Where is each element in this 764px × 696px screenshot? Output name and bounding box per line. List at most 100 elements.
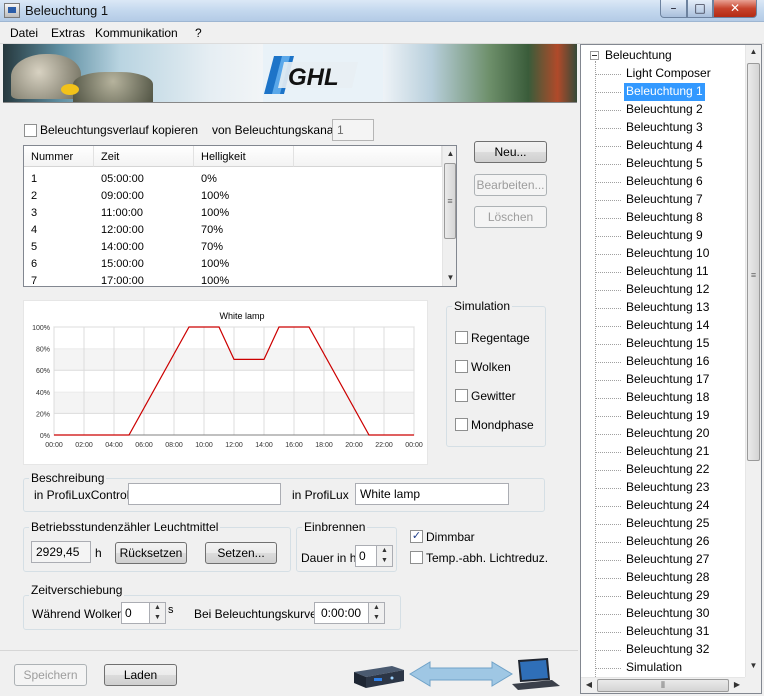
tree-item[interactable]: Beleuchtung 23 [624, 479, 711, 497]
profiluxcontrol-input[interactable] [128, 483, 281, 505]
tree-item[interactable]: Beleuchtung 26 [624, 533, 711, 551]
table-cell[interactable]: 05:00:00 [101, 173, 144, 189]
scroll-right-icon[interactable]: ▶ [731, 680, 743, 692]
save-button[interactable]: Speichern [14, 664, 87, 686]
simulation-checkbox[interactable] [455, 360, 468, 373]
table-cell[interactable]: 11:00:00 [101, 207, 143, 223]
tree-hscroll-thumb[interactable]: ⦀ [597, 679, 729, 692]
tree-item[interactable]: Beleuchtung 30 [624, 605, 711, 623]
scroll-left-icon[interactable]: ◀ [583, 680, 595, 692]
close-button[interactable]: ✕ [713, 0, 757, 18]
menu-extras[interactable]: Extras [51, 26, 85, 40]
dauer-input[interactable]: 0 [355, 545, 377, 567]
edit-button[interactable]: Bearbeiten... [474, 174, 547, 196]
tree-item[interactable]: Beleuchtung 12 [624, 281, 711, 299]
table-cell[interactable]: 6 [31, 258, 37, 274]
tree-item[interactable]: Beleuchtung 27 [624, 551, 711, 569]
scroll-down-icon[interactable]: ▼ [445, 271, 456, 285]
table-cell[interactable]: 14:00:00 [101, 241, 144, 257]
tree-item[interactable]: Beleuchtung 9 [624, 227, 705, 245]
table-cell[interactable]: 2 [31, 190, 37, 206]
tree-item[interactable]: Beleuchtung 32 [624, 641, 711, 659]
simulation-checkbox[interactable] [455, 389, 468, 402]
dauer-spinner[interactable]: ▲ ▼ [376, 545, 393, 567]
spin-up-icon[interactable]: ▲ [150, 603, 165, 613]
tree-item[interactable]: Simulation [624, 659, 684, 677]
wolken-spinner[interactable]: ▲ ▼ [149, 602, 166, 624]
tree-item[interactable]: Beleuchtung 20 [624, 425, 711, 443]
table-cell[interactable]: 7 [31, 275, 37, 286]
menu-kommunikation[interactable]: Kommunikation [95, 26, 178, 40]
tree-hscrollbar[interactable]: ◀ ⦀ ▶ [581, 677, 745, 693]
tree-item[interactable]: Beleuchtung 6 [624, 173, 705, 191]
spin-up-icon[interactable]: ▲ [377, 546, 392, 556]
spin-down-icon[interactable]: ▼ [369, 613, 384, 623]
tree-item[interactable]: Beleuchtung 24 [624, 497, 711, 515]
tree-item[interactable]: Beleuchtung 11 [624, 263, 711, 281]
table-cell[interactable]: 15:00:00 [101, 258, 144, 274]
load-button[interactable]: Laden [104, 664, 177, 686]
table-cell[interactable]: 0% [201, 173, 217, 189]
dimmbar-checkbox[interactable]: ✓ [410, 530, 423, 543]
tree-root-beleuchtung[interactable]: Beleuchtung [603, 47, 674, 65]
maximize-button[interactable]: □ [687, 0, 713, 18]
tree-item[interactable]: Beleuchtung 1 [624, 83, 705, 101]
wolken-input[interactable]: 0 [121, 602, 150, 624]
spin-up-icon[interactable]: ▲ [369, 603, 384, 613]
tree-scroll-thumb[interactable]: ≡ [747, 63, 760, 461]
scroll-down-icon[interactable]: ▼ [748, 661, 759, 675]
tree-scrollbar[interactable]: ▲ ≡ ▼ [745, 45, 761, 677]
tree-item[interactable]: Beleuchtung 25 [624, 515, 711, 533]
column-helligkeit[interactable]: Helligkeit [194, 146, 294, 167]
scroll-thumb[interactable]: ≡ [444, 163, 456, 239]
table-cell[interactable]: 09:00:00 [101, 190, 144, 206]
tree-item[interactable]: Light Composer [624, 65, 713, 83]
tree-item[interactable]: Beleuchtung 22 [624, 461, 711, 479]
column-nummer[interactable]: Nummer [24, 146, 94, 167]
tree-item[interactable]: Beleuchtung 28 [624, 569, 711, 587]
tree-item[interactable]: Beleuchtung 10 [624, 245, 711, 263]
table-cell[interactable]: 100% [201, 258, 229, 274]
table-cell[interactable]: 70% [201, 224, 223, 240]
tree-item[interactable]: Beleuchtung 5 [624, 155, 705, 173]
spin-down-icon[interactable]: ▼ [377, 556, 392, 566]
menu-help[interactable]: ? [195, 26, 202, 40]
scroll-up-icon[interactable]: ▲ [445, 147, 456, 161]
table-cell[interactable]: 100% [201, 275, 229, 286]
schedule-table[interactable]: Nummer Zeit Helligkeit ▲ ≡ ▼ 1 05:00:00 0%… [23, 145, 457, 287]
menu-datei[interactable]: Datei [10, 26, 38, 40]
tree-item[interactable]: Beleuchtung 8 [624, 209, 705, 227]
spin-down-icon[interactable]: ▼ [150, 613, 165, 623]
scroll-up-icon[interactable]: ▲ [748, 47, 759, 61]
table-cell[interactable]: 70% [201, 241, 223, 257]
tree-item[interactable]: Beleuchtung 2 [624, 101, 705, 119]
minimize-button[interactable]: – [660, 0, 687, 18]
tree-item[interactable]: Beleuchtung 14 [624, 317, 711, 335]
tree-item[interactable]: Beleuchtung 4 [624, 137, 705, 155]
tree-item[interactable]: Beleuchtung 7 [624, 191, 705, 209]
tree-item[interactable]: Beleuchtung 21 [624, 443, 711, 461]
kurve-spinner[interactable]: ▲ ▼ [368, 602, 385, 624]
table-cell[interactable]: 100% [201, 190, 229, 206]
title-bar[interactable]: Beleuchtung 1 – □ ✕ [0, 0, 764, 22]
copy-checkbox[interactable] [24, 124, 37, 137]
table-cell[interactable]: 12:00:00 [101, 224, 144, 240]
profilux-input[interactable]: White lamp [355, 483, 509, 505]
column-zeit[interactable]: Zeit [94, 146, 194, 167]
table-cell[interactable]: 4 [31, 224, 37, 240]
tree-item[interactable]: Beleuchtung 13 [624, 299, 711, 317]
temp-checkbox[interactable] [410, 551, 423, 564]
table-cell[interactable]: 1 [31, 173, 37, 189]
reset-button[interactable]: Rücksetzen [115, 542, 187, 564]
simulation-checkbox[interactable] [455, 418, 468, 431]
kurve-input[interactable]: 0:00:00 [314, 602, 369, 624]
set-button[interactable]: Setzen... [205, 542, 277, 564]
table-cell[interactable]: 17:00:00 [101, 275, 144, 286]
channel-tree[interactable]: Beleuchtung Light Composer Beleuchtung 1B… [580, 44, 762, 694]
new-button[interactable]: Neu... [474, 141, 547, 163]
kanal-input[interactable]: 1 [332, 119, 374, 141]
simulation-checkbox[interactable] [455, 331, 468, 344]
tree-item[interactable]: Beleuchtung 19 [624, 407, 711, 425]
tree-item[interactable]: Beleuchtung 3 [624, 119, 705, 137]
table-cell[interactable]: 100% [201, 207, 229, 223]
